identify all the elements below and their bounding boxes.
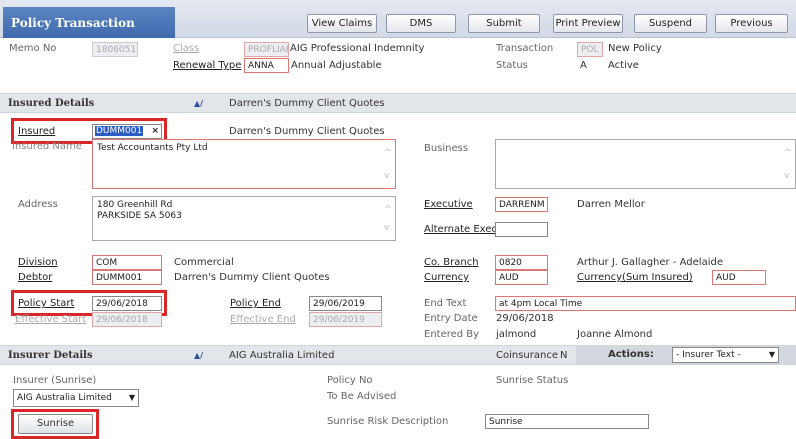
- renewal-type-field[interactable]: ANNA: [244, 58, 289, 73]
- policy-no-value: To Be Advised: [327, 391, 397, 402]
- effective-end-field[interactable]: 29/06/2019: [309, 312, 382, 327]
- effective-start-link[interactable]: Effective Start: [15, 314, 86, 325]
- previous-button[interactable]: Previous: [715, 14, 788, 33]
- coinsurance-value: N: [560, 350, 568, 361]
- address-line1: 180 Greenhill Rd: [97, 200, 173, 210]
- co-branch-field[interactable]: 0820: [495, 255, 548, 270]
- insured-name-textarea[interactable]: Test Accountants Pty Ltd ^ v: [92, 139, 396, 189]
- dms-button[interactable]: DMS: [386, 14, 456, 33]
- memo-label: Memo No: [9, 43, 57, 54]
- insured-section-title: Insured Details: [8, 98, 95, 109]
- page-title: Policy Transaction: [3, 7, 175, 38]
- division-field[interactable]: COM: [92, 255, 162, 270]
- scroll-arrows[interactable]: ^ v: [784, 144, 793, 184]
- end-text-field[interactable]: at 4pm Local Time: [495, 296, 796, 311]
- entered-by-label: Entered By: [424, 329, 480, 340]
- transaction-field[interactable]: POL: [577, 42, 603, 57]
- business-textarea[interactable]: ^ v: [495, 139, 796, 189]
- renewal-type-link[interactable]: Renewal Type: [173, 60, 241, 71]
- status-label: Status: [496, 60, 528, 71]
- actions-label: Actions:: [608, 349, 654, 360]
- suspend-button[interactable]: Suspend: [634, 14, 707, 33]
- collapse-icon[interactable]: ▲/: [194, 99, 205, 108]
- status-desc: Active: [608, 60, 639, 71]
- print-preview-button[interactable]: Print Preview: [553, 14, 623, 33]
- insurer-details-header: Insurer Details ▲/ AIG Australia Limited…: [0, 345, 796, 365]
- entered-by-code: jalmond: [496, 329, 537, 340]
- co-branch-link[interactable]: Co. Branch: [424, 257, 479, 268]
- executive-link[interactable]: Executive: [424, 199, 473, 210]
- transaction-label: Transaction: [496, 43, 554, 54]
- class-link[interactable]: Class: [173, 43, 199, 54]
- title-bar: Policy Transaction View Claims DMS Submi…: [0, 0, 796, 38]
- risk-desc-field[interactable]: Sunrise: [485, 414, 649, 429]
- memo-field[interactable]: 18060515: [92, 42, 138, 57]
- address-textarea[interactable]: 180 Greenhill Rd PARKSIDE SA 5063 ^ v: [92, 196, 396, 241]
- alternate-exec-field[interactable]: [495, 222, 548, 237]
- insured-name-label: Insured Name: [12, 141, 82, 152]
- policy-no-label: Policy No: [327, 375, 373, 386]
- status-code: A: [580, 60, 587, 71]
- scroll-arrows[interactable]: ^ v: [384, 144, 393, 184]
- submit-button[interactable]: Submit: [468, 14, 540, 33]
- end-text-label: End Text: [424, 298, 467, 309]
- debtor-link[interactable]: Debtor: [18, 272, 52, 283]
- address-line2: PARKSIDE SA 5063: [97, 211, 182, 221]
- entered-by-name: Joanne Almond: [577, 329, 653, 340]
- alternate-exec-link[interactable]: Alternate Exec: [424, 224, 497, 235]
- transaction-desc: New Policy: [608, 43, 662, 54]
- executive-field[interactable]: DARRENM: [495, 197, 548, 212]
- debtor-desc: Darren's Dummy Client Quotes: [174, 272, 330, 283]
- co-branch-desc: Arthur J. Gallagher - Adelaide: [577, 257, 723, 268]
- entry-date-label: Entry Date: [424, 313, 478, 324]
- insurer-section-title: Insurer Details: [8, 350, 93, 361]
- scroll-arrows[interactable]: ^ v: [384, 201, 393, 236]
- renewal-desc: Annual Adjustable: [291, 60, 382, 71]
- coinsurance-label: Coinsurance: [496, 350, 558, 361]
- division-link[interactable]: Division: [18, 257, 58, 268]
- entry-date-value: 29/06/2018: [496, 313, 554, 324]
- actions-select-value: - Insurer Text -: [676, 350, 741, 360]
- chevron-down-icon: ▼: [128, 393, 135, 402]
- chevron-down-icon: ▼: [768, 350, 775, 359]
- currency-sum-link[interactable]: Currency(Sum Insured): [577, 272, 693, 283]
- insurer-select-value: AIG Australia Limited: [17, 393, 112, 403]
- insured-desc: Darren's Dummy Client Quotes: [229, 126, 385, 137]
- insured-details-header: Insured Details ▲/ Darren's Dummy Client…: [0, 93, 796, 113]
- address-label: Address: [18, 199, 58, 210]
- insured-section-summary: Darren's Dummy Client Quotes: [229, 98, 385, 109]
- effective-start-field[interactable]: 29/06/2018: [92, 312, 162, 327]
- business-label: Business: [424, 143, 469, 154]
- executive-name: Darren Mellor: [577, 199, 645, 210]
- sunrise-highlight: [11, 409, 99, 439]
- currency-link[interactable]: Currency: [424, 272, 469, 283]
- policy-end-link[interactable]: Policy End: [230, 298, 281, 309]
- policy-end-field[interactable]: 29/06/2019: [309, 296, 382, 311]
- actions-select[interactable]: - Insurer Text - ▼: [672, 347, 779, 363]
- currency-field[interactable]: AUD: [495, 270, 548, 285]
- insured-name-value: Test Accountants Pty Ltd: [97, 143, 208, 153]
- effective-end-link[interactable]: Effective End: [230, 314, 296, 325]
- class-field[interactable]: PROFLIAB: [244, 42, 289, 57]
- insurer-section-summary: AIG Australia Limited: [229, 350, 335, 361]
- debtor-field[interactable]: DUMM001: [92, 270, 162, 285]
- collapse-icon[interactable]: ▲/: [194, 351, 205, 360]
- risk-desc-label: Sunrise Risk Description: [327, 416, 449, 427]
- insurer-select[interactable]: AIG Australia Limited ▼: [13, 389, 139, 407]
- view-claims-button[interactable]: View Claims: [307, 14, 377, 33]
- class-desc: AIG Professional Indemnity: [290, 43, 425, 54]
- division-desc: Commercial: [174, 257, 234, 268]
- currency-sum-field[interactable]: AUD: [712, 270, 766, 285]
- sunrise-status-label: Sunrise Status: [496, 375, 569, 386]
- insurer-label: Insurer (Sunrise): [13, 375, 97, 386]
